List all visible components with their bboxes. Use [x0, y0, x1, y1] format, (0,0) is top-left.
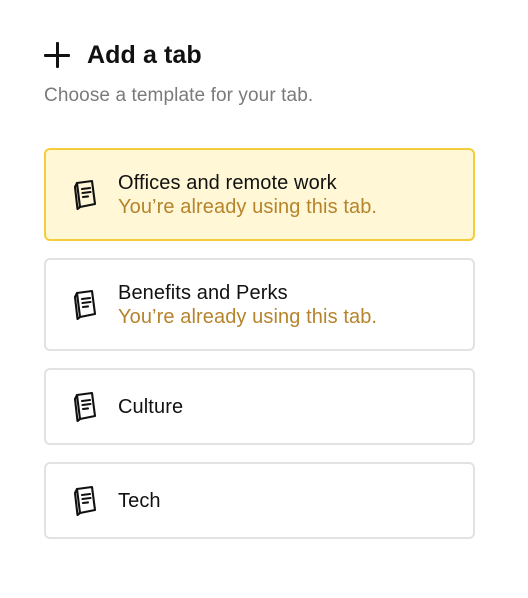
plus-icon	[44, 42, 70, 68]
template-name: Benefits and Perks	[118, 281, 288, 304]
template-card-offices-and-remote-work[interactable]: Offices and remote work You’re already u…	[44, 148, 475, 241]
template-card-tech[interactable]: Tech	[44, 462, 475, 539]
template-text: Culture	[118, 395, 183, 419]
template-name: Tech	[118, 489, 161, 512]
template-name: Culture	[118, 395, 184, 418]
template-text: Tech	[118, 489, 161, 513]
template-text: Benefits and Perks You’re already using …	[118, 281, 377, 329]
header: Add a tab	[44, 36, 475, 74]
page-title: Add a tab	[87, 40, 202, 69]
template-card-benefits-and-perks[interactable]: Benefits and Perks You’re already using …	[44, 258, 475, 351]
add-tab-panel: Add a tab Choose a template for your tab…	[44, 36, 475, 539]
notebook-icon	[70, 178, 100, 212]
template-card-culture[interactable]: Culture	[44, 368, 475, 445]
page-subtitle: Choose a template for your tab.	[44, 85, 314, 106]
template-name: Offices and remote work	[118, 171, 337, 194]
notebook-icon	[70, 484, 100, 518]
notebook-icon	[70, 390, 100, 424]
template-list: Offices and remote work You’re already u…	[44, 148, 475, 539]
template-status-note: You’re already using this tab.	[118, 195, 378, 218]
template-status-note: You’re already using this tab.	[118, 305, 378, 328]
notebook-icon	[70, 288, 100, 322]
template-text: Offices and remote work You’re already u…	[118, 171, 377, 219]
